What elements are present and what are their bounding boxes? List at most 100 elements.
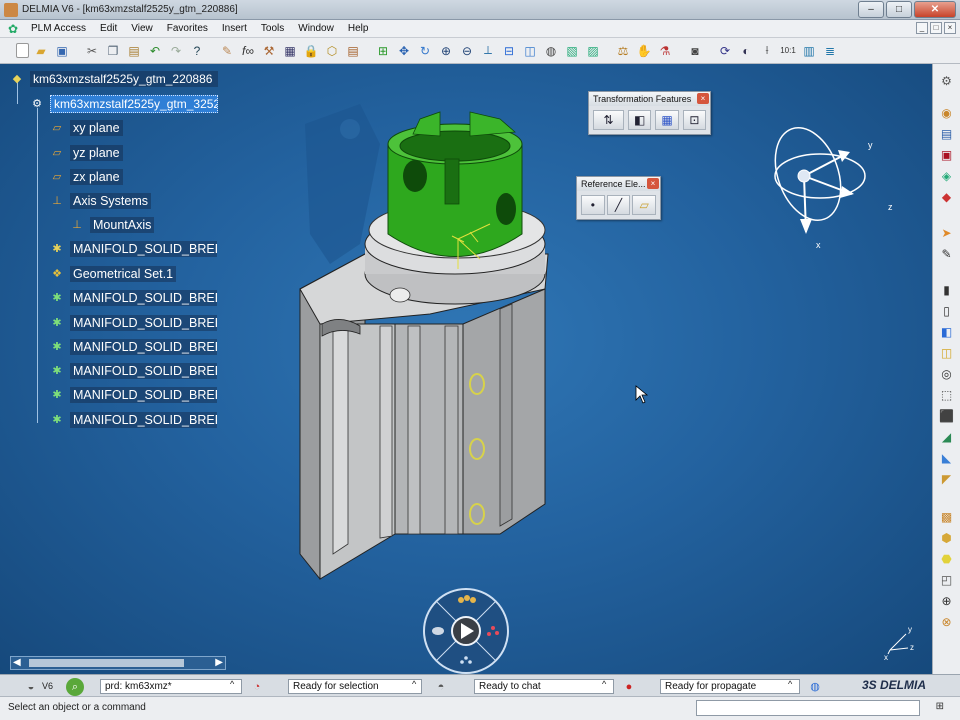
tree-item[interactable]: ✱ MANIFOLD_SOLID_BREP # xyxy=(50,314,217,332)
toolbar-title[interactable]: Reference Ele... × xyxy=(577,177,660,191)
scale-icon[interactable]: 10:1 xyxy=(779,42,797,60)
rotate-icon[interactable]: ↻ xyxy=(416,42,434,60)
menu-edit[interactable]: Edit xyxy=(95,23,126,34)
menu-insert[interactable]: Insert xyxy=(217,23,256,34)
scaling-button[interactable]: ⊡ xyxy=(682,110,706,130)
tree-item-label[interactable]: MANIFOLD_SOLID_BREP # xyxy=(70,290,217,306)
plane-button[interactable]: ▱ xyxy=(632,195,657,215)
tree-item[interactable]: ✱ MANIFOLD_SOLID_BREP # xyxy=(50,338,217,356)
chat-status[interactable]: Ready to chat xyxy=(474,679,614,694)
assembly-icon[interactable]: ◉ xyxy=(938,104,956,122)
tree-item-label[interactable]: zx plane xyxy=(70,169,123,185)
close-button[interactable]: ✕ xyxy=(914,1,956,18)
toolbar-title[interactable]: Transformation Features × xyxy=(589,92,710,106)
cube-icon[interactable]: ⬢ xyxy=(938,529,956,547)
command-input[interactable] xyxy=(696,700,920,716)
shading-icon[interactable]: ◍ xyxy=(542,42,560,60)
tree-item-label[interactable]: MountAxis xyxy=(90,217,155,233)
new-icon[interactable] xyxy=(16,43,29,58)
tree-item-label[interactable]: MANIFOLD_SOLID_BREP # xyxy=(70,387,217,403)
tree-item-label[interactable]: Axis Systems xyxy=(70,193,152,209)
tree-item-label[interactable]: MANIFOLD_SOLID_BREP # xyxy=(70,363,217,379)
translation-button[interactable]: ⇅ xyxy=(593,110,625,130)
globe-icon[interactable]: ◐ xyxy=(737,42,755,60)
open-icon[interactable]: ▰ xyxy=(32,42,50,60)
hole-icon[interactable]: ◎ xyxy=(938,365,956,383)
tree-item[interactable]: ⊥ Axis Systems xyxy=(50,192,152,210)
analysis-icon[interactable]: ✋ xyxy=(635,42,653,60)
compass-widget[interactable]: y z x xyxy=(760,124,900,264)
tree-item[interactable]: ✱ MANIFOLD_SOLID_BREP # xyxy=(50,289,217,307)
surface-icon[interactable]: ◰ xyxy=(938,571,956,589)
tree-item-label[interactable]: yz plane xyxy=(70,145,123,161)
list-icon[interactable]: ≣ xyxy=(821,42,839,60)
help-icon[interactable]: ? xyxy=(188,42,206,60)
mdi-minimize-button[interactable]: _ xyxy=(916,22,928,34)
catalog-icon[interactable]: ▦ xyxy=(281,42,299,60)
tree-item-label[interactable]: MANIFOLD_SOLID_BREP # xyxy=(70,339,217,355)
update-icon[interactable]: ⟳ xyxy=(716,42,734,60)
camera-icon[interactable]: ◙ xyxy=(686,42,704,60)
menu-help[interactable]: Help xyxy=(343,23,378,34)
search-icon[interactable]: ⌕ xyxy=(66,678,84,696)
propagate-icon[interactable]: ● xyxy=(620,678,638,696)
selection-status[interactable]: Ready for selection xyxy=(288,679,422,694)
fillet-icon[interactable]: ◢ xyxy=(938,428,956,446)
pad-icon[interactable]: ▮ xyxy=(938,281,956,299)
tree-item-label[interactable]: MANIFOLD_SOLID_BREP # xyxy=(70,412,217,428)
chevron-up-icon[interactable]: ^ xyxy=(412,679,416,689)
app-icon-1[interactable]: ▤ xyxy=(938,125,956,143)
rib-icon[interactable]: ⬚ xyxy=(938,386,956,404)
menu-tools[interactable]: Tools xyxy=(256,23,293,34)
menu-favorites[interactable]: Favorites xyxy=(162,23,217,34)
app-icon-4[interactable]: ◆ xyxy=(938,188,956,206)
publish-icon[interactable]: ⚗ xyxy=(656,42,674,60)
tree-part[interactable]: ⚙ km63xmzstalf2525y_gtm_3252 xyxy=(30,95,218,113)
reference-elements-toolbar[interactable]: Reference Ele... × • ╱ ▱ xyxy=(576,176,661,220)
scroll-left-icon[interactable]: ◀ xyxy=(13,657,21,669)
scroll-right-icon[interactable]: ▶ xyxy=(215,657,223,669)
swap-visible-icon[interactable]: ▨ xyxy=(584,42,602,60)
tree-item[interactable]: ✱ MANIFOLD_SOLID_BREP # xyxy=(50,386,217,404)
tree-part-label[interactable]: km63xmzstalf2525y_gtm_3252 xyxy=(50,95,218,113)
shaft-icon[interactable]: ◧ xyxy=(938,323,956,341)
save-icon[interactable]: ▣ xyxy=(53,42,71,60)
delmia-app-icon[interactable] xyxy=(4,2,18,17)
settings-icon[interactable]: ⚙ xyxy=(938,72,956,90)
close-icon[interactable]: × xyxy=(697,93,709,104)
slot-icon[interactable]: ⬛ xyxy=(938,407,956,425)
sketcher-icon[interactable]: ✎ xyxy=(218,42,236,60)
formula-icon[interactable]: f∞ xyxy=(239,42,257,60)
mirror-button[interactable]: ◧ xyxy=(628,110,652,130)
tree-item[interactable]: ▱ yz plane xyxy=(50,144,123,162)
zoom-in-icon[interactable]: ⊕ xyxy=(437,42,455,60)
draft-icon[interactable]: ◤ xyxy=(938,470,956,488)
sketch-icon[interactable]: ✎ xyxy=(938,245,956,263)
mdi-close-button[interactable]: × xyxy=(944,22,956,34)
tools-icon[interactable]: ⚒ xyxy=(260,42,278,60)
layer-icon[interactable]: ▥ xyxy=(800,42,818,60)
app-icon-2[interactable]: ▣ xyxy=(938,146,956,164)
3d-viewport[interactable]: y z x y z x ◆ km63xmzstalf2525y_gtm_2208… xyxy=(0,64,932,674)
menu-view[interactable]: View xyxy=(126,23,162,34)
tree-item[interactable]: ▱ zx plane xyxy=(50,168,123,186)
chamfer-icon[interactable]: ◣ xyxy=(938,449,956,467)
pan-icon[interactable]: ✥ xyxy=(395,42,413,60)
point-button[interactable]: • xyxy=(581,195,605,215)
boolean-icon[interactable]: ⊕ xyxy=(938,592,956,610)
tree-item[interactable]: ⊥ MountAxis xyxy=(70,216,155,234)
tree-root[interactable]: ◆ km63xmzstalf2525y_gtm_220886 xyxy=(10,70,218,88)
tree-item-label[interactable]: MANIFOLD_SOLID_BREP # xyxy=(70,315,217,331)
mdi-restore-button[interactable]: □ xyxy=(930,22,942,34)
axis-tool-icon[interactable]: ⟊ xyxy=(758,42,776,60)
tree-scrollbar[interactable]: ◀ ▶ xyxy=(10,656,226,670)
maximize-button[interactable]: □ xyxy=(886,1,912,18)
multi-view-icon[interactable]: ⊟ xyxy=(500,42,518,60)
groove-icon[interactable]: ◫ xyxy=(938,344,956,362)
cut-icon[interactable]: ✂ xyxy=(83,42,101,60)
measure-tool-icon[interactable]: ⊗ xyxy=(938,613,956,631)
scroll-thumb[interactable] xyxy=(29,659,184,667)
tree-item-label[interactable]: MANIFOLD_SOLID_BREP # xyxy=(70,241,217,257)
globe-icon[interactable]: ◍ xyxy=(806,678,824,696)
fit-all-icon[interactable]: ⊞ xyxy=(374,42,392,60)
